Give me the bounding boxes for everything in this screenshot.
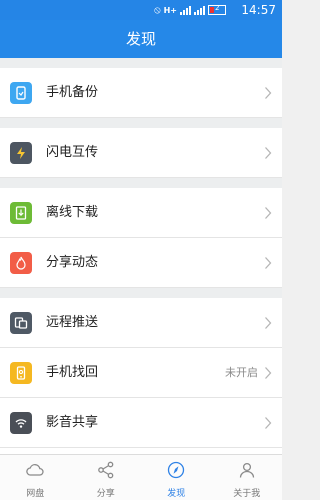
compass-icon — [166, 460, 186, 484]
list-item[interactable]: 离线下载 — [0, 188, 282, 238]
list-item-label: 手机备份 — [46, 85, 99, 100]
battery-icon: 2 — [208, 4, 226, 15]
network-type-icon: H+ — [163, 5, 177, 15]
lightning-icon — [10, 142, 32, 164]
list-item-label: 手机找回 — [46, 365, 99, 380]
section-gap — [0, 178, 282, 188]
list-item[interactable]: 闪电互传 — [0, 128, 282, 178]
fire-icon — [10, 252, 32, 274]
no-sound-icon: ⦸ — [154, 4, 161, 16]
tab-1[interactable]: 分享 — [71, 455, 142, 500]
chevron-right-icon — [264, 315, 272, 329]
section-gap — [0, 58, 282, 68]
page-title: 发现 — [0, 20, 282, 58]
chevron-right-icon — [264, 365, 272, 379]
list-item-label: 离线下载 — [46, 205, 99, 220]
chevron-right-icon — [264, 415, 272, 429]
signal-icon — [180, 5, 191, 15]
bottom-tab-bar: 网盘 分享 发现 关于我 — [0, 454, 282, 500]
list-item-label: 远程推送 — [46, 315, 99, 330]
list-item[interactable]: 分享动态 — [0, 238, 282, 288]
list-item[interactable]: 影音共享 — [0, 398, 282, 448]
phone-backup-icon — [10, 82, 32, 104]
tab-3[interactable]: 关于我 — [212, 455, 283, 500]
list-item-status: 未开启 — [225, 366, 258, 379]
tab-label: 网盘 — [26, 489, 45, 499]
list-item-label: 分享动态 — [46, 255, 99, 270]
cloud-icon — [25, 460, 45, 484]
list-item-label: 影音共享 — [46, 415, 99, 430]
tab-label: 关于我 — [233, 489, 261, 499]
chevron-right-icon — [264, 255, 272, 269]
list-item[interactable]: 远程推送 — [0, 298, 282, 348]
list-item-label: 闪电互传 — [46, 145, 99, 160]
chevron-right-icon — [264, 85, 272, 99]
download-icon — [10, 202, 32, 224]
section-gap — [0, 118, 282, 128]
tab-2[interactable]: 发现 — [141, 455, 212, 500]
tab-0[interactable]: 网盘 — [0, 455, 71, 500]
status-icons: ⦸ H+ 2 — [154, 4, 226, 16]
chevron-right-icon — [264, 145, 272, 159]
list-item[interactable]: 手机备份 — [0, 68, 282, 118]
discover-list: 手机备份闪电互传离线下载分享动态远程推送手机找回未开启影音共享视频播放插件 — [0, 58, 282, 498]
status-time: 14:57 — [241, 3, 276, 17]
signal-icon-2 — [194, 5, 205, 15]
share-icon — [96, 460, 116, 484]
person-icon — [237, 460, 257, 484]
tab-label: 分享 — [96, 489, 115, 499]
remote-push-icon — [10, 312, 32, 334]
chevron-right-icon — [264, 205, 272, 219]
list-item[interactable]: 手机找回 未开启 — [0, 348, 282, 398]
wifi-icon — [10, 412, 32, 434]
status-bar: ⦸ H+ 2 14:57 — [0, 0, 282, 20]
phone-find-icon — [10, 362, 32, 384]
section-gap — [0, 288, 282, 298]
tab-label: 发现 — [167, 489, 186, 499]
